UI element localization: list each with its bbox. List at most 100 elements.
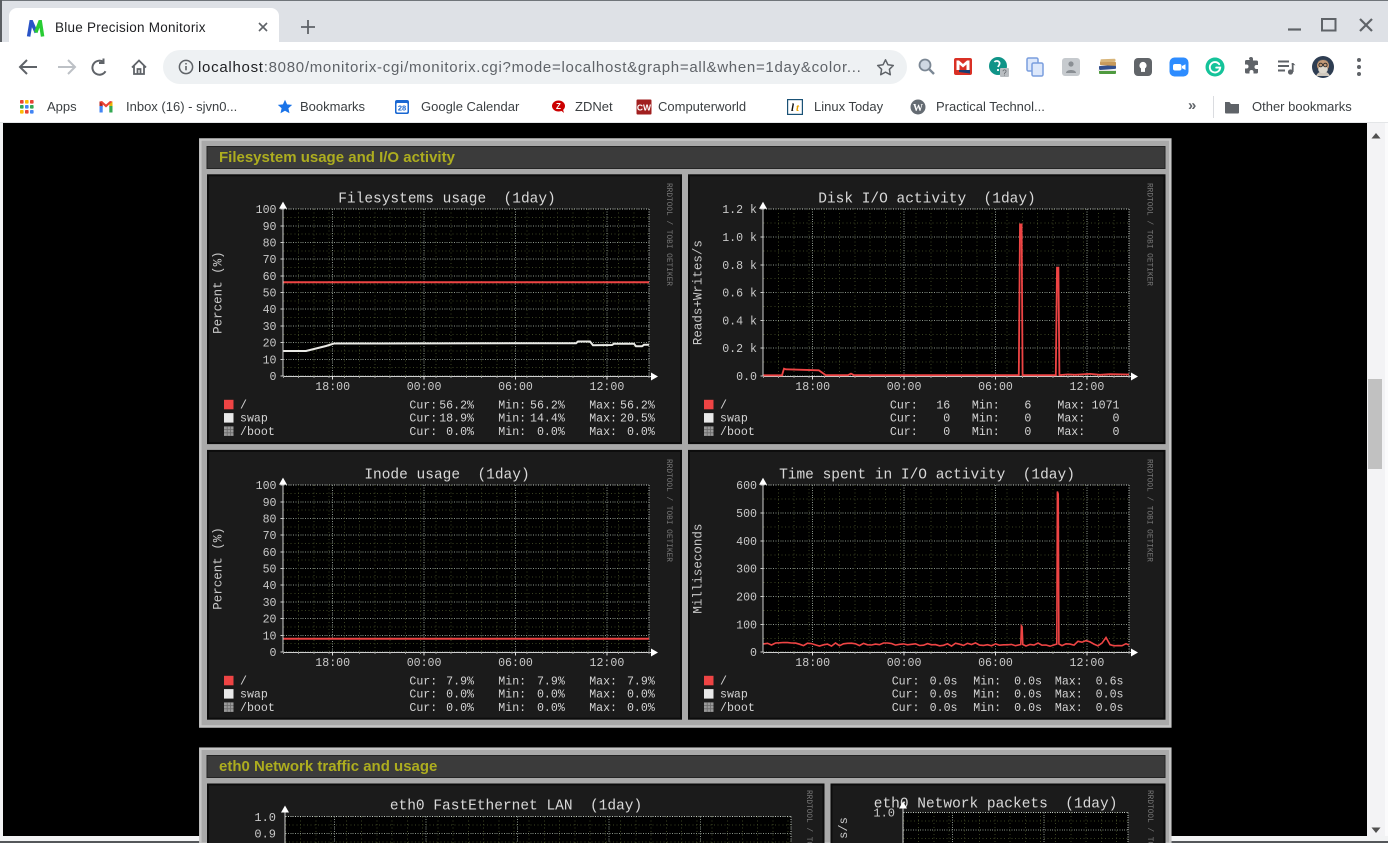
svg-text:0.6s: 0.6s: [1096, 675, 1124, 688]
svg-text:70: 70: [263, 530, 277, 543]
svg-text:18.9%: 18.9%: [439, 413, 474, 426]
svg-text:Cur:: Cur:: [409, 399, 437, 412]
svg-text:Min:: Min:: [498, 426, 526, 439]
svg-text:Max:: Max:: [1057, 426, 1085, 439]
svg-text:00:00: 00:00: [887, 657, 922, 670]
svg-text:Min:: Min:: [498, 689, 526, 702]
svg-text:18:00: 18:00: [315, 657, 350, 670]
svg-text:0.0s: 0.0s: [1014, 689, 1042, 702]
svg-text:12:00: 12:00: [590, 381, 625, 394]
svg-text:18:00: 18:00: [795, 381, 830, 394]
svg-text:0.9: 0.9: [254, 828, 276, 842]
svg-text:0.4 k: 0.4 k: [722, 315, 757, 328]
svg-text:/boot: /boot: [240, 426, 275, 439]
svg-text:16: 16: [936, 399, 950, 412]
svg-text:RRDTOOL / TOBI OETIKER: RRDTOOL / TOBI OETIKER: [804, 790, 812, 843]
svg-text:0.6 k: 0.6 k: [722, 288, 757, 301]
svg-text:Percent (%): Percent (%): [212, 251, 226, 334]
svg-text:Max:: Max:: [589, 675, 617, 688]
svg-text:40: 40: [263, 304, 277, 317]
svg-text:12:00: 12:00: [1070, 381, 1105, 394]
svg-text:Min:: Min:: [973, 675, 1001, 688]
svg-text:30: 30: [263, 321, 277, 334]
svg-text:swap: swap: [720, 689, 748, 702]
svg-text:40: 40: [263, 580, 277, 593]
svg-text:0.2 k: 0.2 k: [722, 343, 757, 356]
svg-text:56.2%: 56.2%: [620, 399, 655, 412]
svg-text:1.0: 1.0: [254, 811, 276, 825]
svg-text:RRDTOOL / TOBI OETIKER: RRDTOOL / TOBI OETIKER: [1145, 790, 1153, 843]
svg-text:0.0s: 0.0s: [1014, 702, 1042, 715]
svg-text:0: 0: [1113, 413, 1120, 426]
svg-text:0: 0: [270, 371, 277, 384]
svg-text:Cur:: Cur:: [892, 702, 920, 715]
svg-text:28: 28: [398, 104, 406, 113]
svg-text:Min:: Min:: [972, 426, 1000, 439]
svg-text:Max:: Max:: [589, 399, 617, 412]
svg-text:Max:: Max:: [589, 426, 617, 439]
svg-text:90: 90: [263, 497, 277, 510]
svg-text:0.0%: 0.0%: [627, 689, 655, 702]
svg-text:?: ?: [1002, 69, 1007, 78]
svg-text:20.5%: 20.5%: [620, 413, 655, 426]
svg-text:50: 50: [263, 564, 277, 577]
svg-text:0: 0: [1024, 426, 1031, 439]
svg-text:7.9%: 7.9%: [627, 675, 655, 688]
svg-text:00:00: 00:00: [407, 381, 442, 394]
svg-text:Reads+Writes/s: Reads+Writes/s: [692, 240, 706, 345]
svg-text:Percent (%): Percent (%): [212, 527, 226, 610]
svg-text:7.9%: 7.9%: [446, 675, 474, 688]
svg-text:56.2%: 56.2%: [439, 399, 474, 412]
svg-text:/boot: /boot: [720, 426, 755, 439]
svg-text:14.4%: 14.4%: [530, 413, 565, 426]
svg-text:06:00: 06:00: [498, 381, 533, 394]
svg-text:80: 80: [263, 238, 277, 251]
svg-text:Cur:: Cur:: [890, 426, 918, 439]
svg-text:10: 10: [263, 354, 277, 367]
svg-text:0.0%: 0.0%: [537, 426, 565, 439]
svg-text:/boot: /boot: [720, 702, 755, 715]
svg-text:0.0%: 0.0%: [446, 426, 474, 439]
svg-text:Min:: Min:: [498, 399, 526, 412]
svg-text:0.0%: 0.0%: [446, 689, 474, 702]
svg-text:0.0s: 0.0s: [930, 702, 958, 715]
svg-text:swap: swap: [240, 689, 268, 702]
svg-text:90: 90: [263, 221, 277, 234]
svg-text:Filesystems usage (1day): Filesystems usage (1day): [338, 192, 556, 208]
svg-text:Max:: Max:: [589, 702, 617, 715]
svg-text:20: 20: [263, 338, 277, 351]
svg-text:30: 30: [263, 597, 277, 610]
svg-text:600: 600: [736, 480, 757, 493]
svg-text:Max:: Max:: [589, 689, 617, 702]
svg-text:Max:: Max:: [1057, 399, 1085, 412]
svg-text:/boot: /boot: [240, 702, 275, 715]
svg-text:1.0: 1.0: [873, 807, 895, 821]
svg-text:Min:: Min:: [498, 413, 526, 426]
svg-text:Max:: Max:: [589, 413, 617, 426]
svg-text:Min:: Min:: [973, 702, 1001, 715]
svg-text:60: 60: [263, 271, 277, 284]
svg-text:200: 200: [736, 592, 757, 605]
svg-text:Inode usage (1day): Inode usage (1day): [364, 468, 529, 484]
svg-text:0.0%: 0.0%: [627, 702, 655, 715]
svg-text:0.0%: 0.0%: [627, 426, 655, 439]
svg-text:56.2%: 56.2%: [530, 399, 565, 412]
svg-text:Max:: Max:: [1055, 702, 1083, 715]
svg-text:RRDTOOL / TOBI OETIKER: RRDTOOL / TOBI OETIKER: [1145, 183, 1153, 286]
svg-text:eth0 Network packets (1day): eth0 Network packets (1day): [874, 797, 1118, 813]
svg-text:0.8 k: 0.8 k: [722, 260, 757, 273]
svg-text:0.0s: 0.0s: [1014, 675, 1042, 688]
svg-text:0: 0: [1024, 413, 1031, 426]
svg-text:Min:: Min:: [972, 413, 1000, 426]
svg-text:00:00: 00:00: [407, 657, 442, 670]
svg-text:06:00: 06:00: [978, 381, 1013, 394]
svg-text:Cur:: Cur:: [409, 702, 437, 715]
svg-text:0.0: 0.0: [736, 371, 757, 384]
svg-text:1.2 k: 1.2 k: [722, 204, 757, 217]
svg-text:20: 20: [263, 614, 277, 627]
svg-text:70: 70: [263, 254, 277, 267]
svg-text:CW: CW: [637, 103, 652, 113]
svg-text:6: 6: [1024, 399, 1031, 412]
svg-text:06:00: 06:00: [978, 657, 1013, 670]
svg-text:0.0%: 0.0%: [446, 702, 474, 715]
